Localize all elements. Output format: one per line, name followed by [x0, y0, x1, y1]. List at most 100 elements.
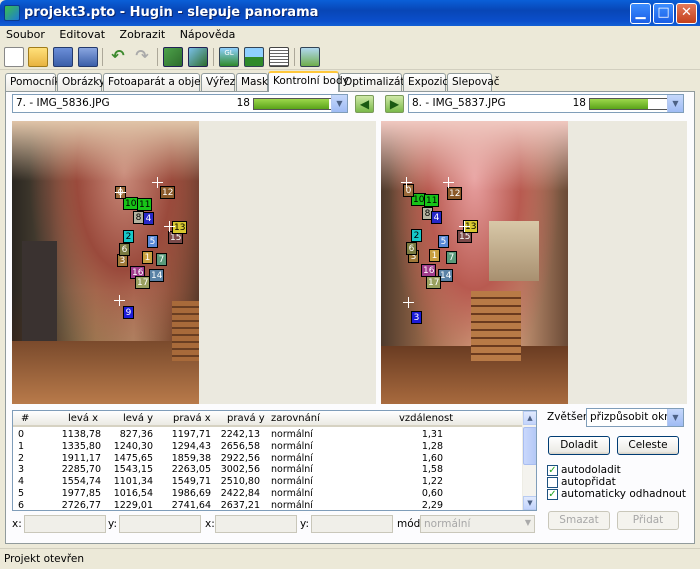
- open-icon[interactable]: [28, 47, 48, 67]
- undo-icon[interactable]: ↶: [108, 47, 128, 67]
- right-control-point[interactable]: 1: [429, 249, 440, 262]
- scroll-thumb[interactable]: [523, 427, 536, 465]
- right-control-point[interactable]: 11: [424, 194, 440, 207]
- right-control-point[interactable]: 17: [426, 276, 442, 289]
- right-control-point[interactable]: 3: [411, 311, 422, 324]
- scroll-up-icon[interactable]: ▲: [523, 411, 536, 425]
- left-image-pane[interactable]: 10 11 12 8 4 2 5 15 3 16 14 17 9 1 6 7 0 13: [12, 121, 376, 404]
- preview-icon[interactable]: [244, 47, 264, 67]
- col-distance[interactable]: vzdálenost: [399, 413, 453, 424]
- chevron-down-icon[interactable]: ▼: [331, 95, 347, 112]
- table-row[interactable]: 4 1554,74 1101,34 1549,71 2510,80 normální 1,2…: [13, 476, 523, 487]
- fine-tune-button[interactable]: Doladit: [548, 436, 610, 455]
- table-row[interactable]: 2 1911,17 1475,65 1859,38 2922,56 normální 1,6…: [13, 453, 523, 464]
- col-right-x[interactable]: pravá x: [173, 413, 211, 424]
- right-control-point[interactable]: 6: [406, 242, 417, 255]
- table-row[interactable]: 3 2285,70 1543,15 2263,05 3002,56 normální 1,5…: [13, 464, 523, 475]
- tab-kontrolni-body[interactable]: Kontrolní body: [268, 71, 349, 92]
- col-alignment[interactable]: zarovnání: [271, 413, 320, 424]
- chevron-down-icon[interactable]: ▼: [667, 95, 683, 112]
- table-scrollbar[interactable]: ▲ ▼: [522, 411, 536, 510]
- close-button[interactable]: ✕: [676, 3, 697, 24]
- left-control-point[interactable]: 7: [156, 253, 167, 266]
- right-image-select[interactable]: 8. - IMG_5837.JPG 18 ▼: [408, 94, 684, 113]
- table-row[interactable]: 5 1977,85 1016,54 1986,69 2422,84 normální 0,6…: [13, 488, 523, 499]
- left-control-point[interactable]: 9: [123, 306, 134, 319]
- left-control-point[interactable]: 11: [137, 198, 153, 211]
- tab-fotoaparat[interactable]: Fotoaparát a objektiv: [103, 73, 220, 91]
- tab-obrazky[interactable]: Obrázky: [57, 73, 105, 91]
- x-left-input[interactable]: [24, 515, 106, 533]
- new-icon[interactable]: [4, 47, 24, 67]
- add-image-icon[interactable]: [163, 47, 183, 67]
- col-left-y[interactable]: levá y: [123, 413, 153, 424]
- tab-maska[interactable]: Maska: [236, 73, 274, 91]
- properties-icon[interactable]: [269, 47, 289, 67]
- chevron-down-icon[interactable]: ▼: [525, 518, 531, 527]
- table-cell: 1859,38: [171, 452, 211, 464]
- right-image-pane[interactable]: 10 11 12 8 4 2 5 15 3 16 14 17 3 1 6 7 0 13: [381, 121, 687, 404]
- left-control-point[interactable]: 2: [123, 230, 134, 243]
- col-index[interactable]: #: [21, 413, 29, 424]
- right-control-point[interactable]: 5: [438, 235, 449, 248]
- right-control-point[interactable]: 2: [411, 229, 422, 242]
- redo-icon[interactable]: ↷: [132, 47, 152, 67]
- left-control-point[interactable]: 4: [143, 212, 154, 225]
- table-cell: 1986,69: [171, 488, 211, 499]
- menu-editovat[interactable]: Editovat: [53, 26, 110, 41]
- table-row[interactable]: 0 1138,78 827,36 1197,71 2242,13 normální 1,31: [13, 429, 523, 440]
- tab-slepovac[interactable]: Slepovač: [447, 73, 500, 91]
- y-left-input[interactable]: [119, 515, 201, 533]
- menu-zobrazit[interactable]: Zobrazit: [114, 26, 171, 41]
- autodoladit-label: autodoladit: [561, 464, 621, 476]
- delete-button[interactable]: Smazat: [548, 511, 610, 530]
- right-control-point[interactable]: 7: [446, 251, 457, 264]
- left-control-point[interactable]: 17: [135, 276, 151, 289]
- y-right-input[interactable]: [311, 515, 393, 533]
- col-left-x[interactable]: levá x: [68, 413, 98, 424]
- table-row[interactable]: 6 2726,77 1229,01 2741,64 2637,21 normální 2,2…: [13, 499, 523, 511]
- table-cell: 1101,34: [113, 476, 153, 488]
- x-right-input[interactable]: [215, 515, 297, 533]
- preview-gl-icon[interactable]: GL: [219, 47, 239, 67]
- autodoladit-checkbox[interactable]: ✓: [547, 465, 558, 476]
- tab-expozice[interactable]: Expozice: [403, 73, 455, 91]
- x-right-label: x:: [205, 518, 215, 530]
- next-image-arrow-icon[interactable]: ▶: [385, 95, 404, 113]
- menu-napoveda[interactable]: Nápověda: [174, 26, 241, 41]
- left-control-point[interactable]: 5: [147, 235, 158, 248]
- col-right-y[interactable]: pravá y: [227, 413, 265, 424]
- table-cell: 1911,17: [61, 452, 101, 464]
- stitch-icon[interactable]: [300, 47, 320, 67]
- minimize-button[interactable]: ▁: [630, 3, 651, 24]
- mode-select[interactable]: normální ▼: [420, 515, 535, 533]
- toolbar: ↶ ↷ GL: [0, 44, 700, 70]
- left-control-point[interactable]: 6: [119, 243, 130, 256]
- auto-estimate-checkbox[interactable]: ✓: [547, 489, 558, 500]
- right-control-point[interactable]: 12: [447, 187, 463, 200]
- save-icon[interactable]: [53, 47, 73, 67]
- zoom-select[interactable]: přizpůsobit oknu ▼: [586, 408, 684, 427]
- menu-soubor[interactable]: Soubor: [0, 26, 50, 41]
- add-button[interactable]: Přidat: [617, 511, 679, 530]
- tab-vyrez[interactable]: Výřez: [201, 73, 235, 91]
- celeste-button[interactable]: Celeste: [617, 436, 679, 455]
- right-control-point[interactable]: 4: [431, 211, 442, 224]
- tab-pomocnik[interactable]: Pomocník: [5, 73, 60, 91]
- maximize-button[interactable]: □: [653, 3, 674, 24]
- left-control-point[interactable]: 1: [142, 251, 153, 264]
- scroll-down-icon[interactable]: ▼: [523, 496, 536, 510]
- autopridat-checkbox[interactable]: [547, 477, 558, 488]
- left-control-point[interactable]: 14: [149, 269, 165, 282]
- left-photo[interactable]: [12, 121, 199, 404]
- table-cell: normální: [271, 499, 313, 511]
- status-text: Projekt otevřen: [4, 553, 84, 565]
- left-image-select[interactable]: 7. - IMG_5836.JPG 18 ▼: [12, 94, 348, 113]
- prev-image-arrow-icon[interactable]: ◀: [355, 95, 374, 113]
- save-as-icon[interactable]: [78, 47, 98, 67]
- add-time-series-icon[interactable]: [188, 47, 208, 67]
- table-cell: 1: [18, 440, 25, 452]
- table-row[interactable]: 1 1335,80 1240,30 1294,43 2656,58 normální 1,2…: [13, 441, 523, 452]
- control-points-table[interactable]: # levá x levá y pravá x pravá y zarovnán…: [12, 410, 537, 511]
- chevron-down-icon[interactable]: ▼: [667, 409, 683, 426]
